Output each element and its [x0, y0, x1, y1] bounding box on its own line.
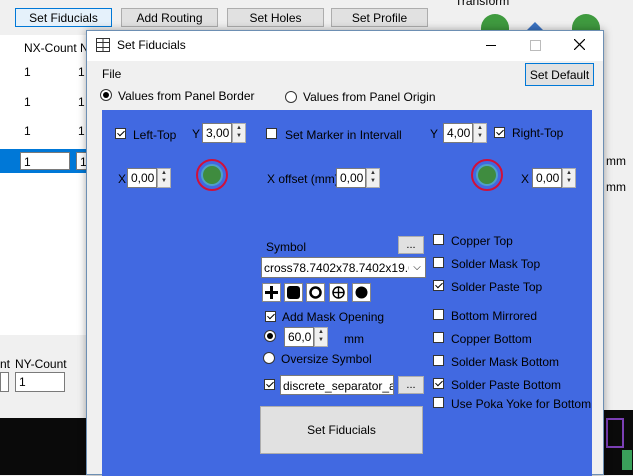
target-symbol-icon[interactable] [329, 283, 348, 302]
oversize-symbol-label: Oversize Symbol [281, 352, 372, 366]
mask-opening-spinner[interactable]: ▲ ▼ [314, 327, 328, 347]
separator-input[interactable]: discrete_separator_avx [280, 375, 394, 395]
solder-mask-top-label: Solder Mask Top [451, 257, 541, 271]
x-offset-label: X offset (mm) [267, 172, 339, 186]
separator-checkbox[interactable] [264, 379, 275, 390]
solder-paste-top-label: Solder Paste Top [451, 280, 543, 294]
solder-paste-top-checkbox[interactable] [433, 280, 444, 291]
table-row[interactable]: 1 [78, 124, 85, 138]
mask-opening-input[interactable]: 60,0 [284, 327, 314, 347]
pcb-pad [622, 450, 632, 470]
data-grid [0, 35, 86, 335]
left-y-spinner[interactable]: ▲ ▼ [232, 123, 246, 143]
separator-value: discrete_separator_avx [283, 379, 393, 393]
row-edit-cell[interactable]: 1 [20, 152, 70, 170]
add-mask-opening-checkbox[interactable] [265, 311, 276, 322]
file-menu[interactable]: File [102, 67, 121, 81]
chevron-down-icon[interactable]: ⌵ [409, 258, 425, 277]
left-top-checkbox[interactable] [115, 128, 126, 139]
poka-yoke-label: Use Poka Yoke for Bottom [451, 397, 592, 411]
values-from-origin-radio[interactable] [285, 91, 297, 103]
grid-header-nx-count: NX-Count [24, 41, 77, 55]
left-top-marker-preview [196, 159, 228, 191]
pcb-trace [606, 418, 624, 448]
solder-mask-bottom-checkbox[interactable] [433, 355, 444, 366]
maximize-icon[interactable] [530, 40, 541, 51]
right-top-checkbox[interactable] [494, 127, 505, 138]
table-row[interactable]: 1 [24, 65, 31, 79]
unit-mm-label-2: mm [606, 180, 626, 194]
left-x-input[interactable]: 0,00 [127, 168, 157, 188]
solder-mask-bottom-label: Solder Mask Bottom [451, 355, 560, 369]
x-offset-input[interactable]: 0,00 [336, 168, 366, 188]
left-x-spinner[interactable]: ▲ ▼ [157, 168, 171, 188]
x-offset-spinner[interactable]: ▲ ▼ [366, 168, 380, 188]
separator-browse-button[interactable]: ... [398, 376, 424, 394]
minimize-icon[interactable] [486, 45, 496, 46]
values-from-origin-label: Values from Panel Origin [303, 90, 436, 104]
bottom-mirrored-label: Bottom Mirrored [451, 309, 538, 323]
unit-mm-label: mm [606, 154, 626, 168]
right-x-spinner[interactable]: ▲ ▼ [562, 168, 576, 188]
copper-bottom-label: Copper Bottom [451, 332, 532, 346]
values-from-border-radio[interactable] [100, 89, 112, 101]
set-holes-button[interactable]: Set Holes [227, 8, 324, 27]
move-up-icon[interactable] [527, 22, 543, 30]
set-profile-button[interactable]: Set Profile [331, 8, 428, 27]
count-label: nt [0, 357, 11, 371]
mask-opening-radio[interactable] [264, 330, 276, 342]
ny-count-input[interactable]: 1 [15, 372, 65, 392]
transform-label: Transform [455, 0, 510, 8]
left-top-label: Left-Top [133, 128, 177, 142]
left-y-input[interactable]: 3,00 [202, 123, 232, 143]
solder-paste-bottom-label: Solder Paste Bottom [451, 378, 562, 392]
set-default-button[interactable]: Set Default [525, 63, 594, 86]
preview-area [0, 418, 86, 475]
dot-symbol-icon[interactable] [352, 283, 371, 302]
set-marker-interval-label: Set Marker in Intervall [285, 128, 402, 142]
oversize-symbol-radio[interactable] [263, 352, 275, 364]
set-fiducials-button[interactable]: Set Fiducials [260, 406, 423, 454]
cross-symbol-icon[interactable] [262, 283, 281, 302]
table-row[interactable]: 1 [24, 95, 31, 109]
bottom-mirrored-checkbox[interactable] [433, 309, 444, 320]
ny-count-label: NY-Count [15, 357, 67, 371]
right-x-input[interactable]: 0,00 [532, 168, 562, 188]
right-top-label: Right-Top [512, 126, 564, 140]
nx-count-input[interactable] [0, 372, 9, 392]
grid-app-icon [96, 38, 110, 52]
add-mask-opening-label: Add Mask Opening [282, 310, 385, 324]
circle-symbol-icon[interactable] [306, 283, 325, 302]
set-fiducials-tab-button[interactable]: Set Fiducials [15, 8, 112, 27]
poka-yoke-checkbox[interactable] [433, 397, 444, 408]
copper-top-label: Copper Top [451, 234, 513, 248]
values-from-border-label: Values from Panel Border [118, 89, 255, 103]
symbol-label: Symbol [266, 240, 307, 254]
table-row[interactable]: 1 [24, 124, 31, 138]
right-y-spinner[interactable]: ▲ ▼ [473, 123, 487, 143]
add-routing-button[interactable]: Add Routing [121, 8, 218, 27]
preview-area-right [604, 410, 633, 475]
close-icon[interactable] [574, 39, 585, 50]
mask-unit-label: mm [344, 332, 364, 346]
title-bar: Set Fiducials [87, 31, 603, 61]
table-row[interactable]: 1 [78, 95, 85, 109]
solder-mask-top-checkbox[interactable] [433, 257, 444, 268]
table-row[interactable]: 1 [78, 65, 85, 79]
set-marker-interval-checkbox[interactable] [266, 128, 277, 139]
copper-top-checkbox[interactable] [433, 234, 444, 245]
symbol-select[interactable]: cross78.7402x78.7402x19.685 ⌵ [261, 257, 426, 278]
left-y-label: Y [192, 127, 201, 141]
square-symbol-icon[interactable] [284, 283, 303, 302]
copper-bottom-checkbox[interactable] [433, 332, 444, 343]
right-y-label: Y [430, 127, 439, 141]
right-x-label: X [521, 172, 530, 186]
symbol-browse-button[interactable]: ... [398, 236, 424, 254]
symbol-select-value: cross78.7402x78.7402x19.685 [264, 261, 426, 275]
right-top-marker-preview [471, 159, 503, 191]
solder-paste-bottom-checkbox[interactable] [433, 378, 444, 389]
right-y-input[interactable]: 4,00 [443, 123, 473, 143]
dialog-title: Set Fiducials [117, 38, 186, 52]
left-x-label: X [118, 172, 127, 186]
